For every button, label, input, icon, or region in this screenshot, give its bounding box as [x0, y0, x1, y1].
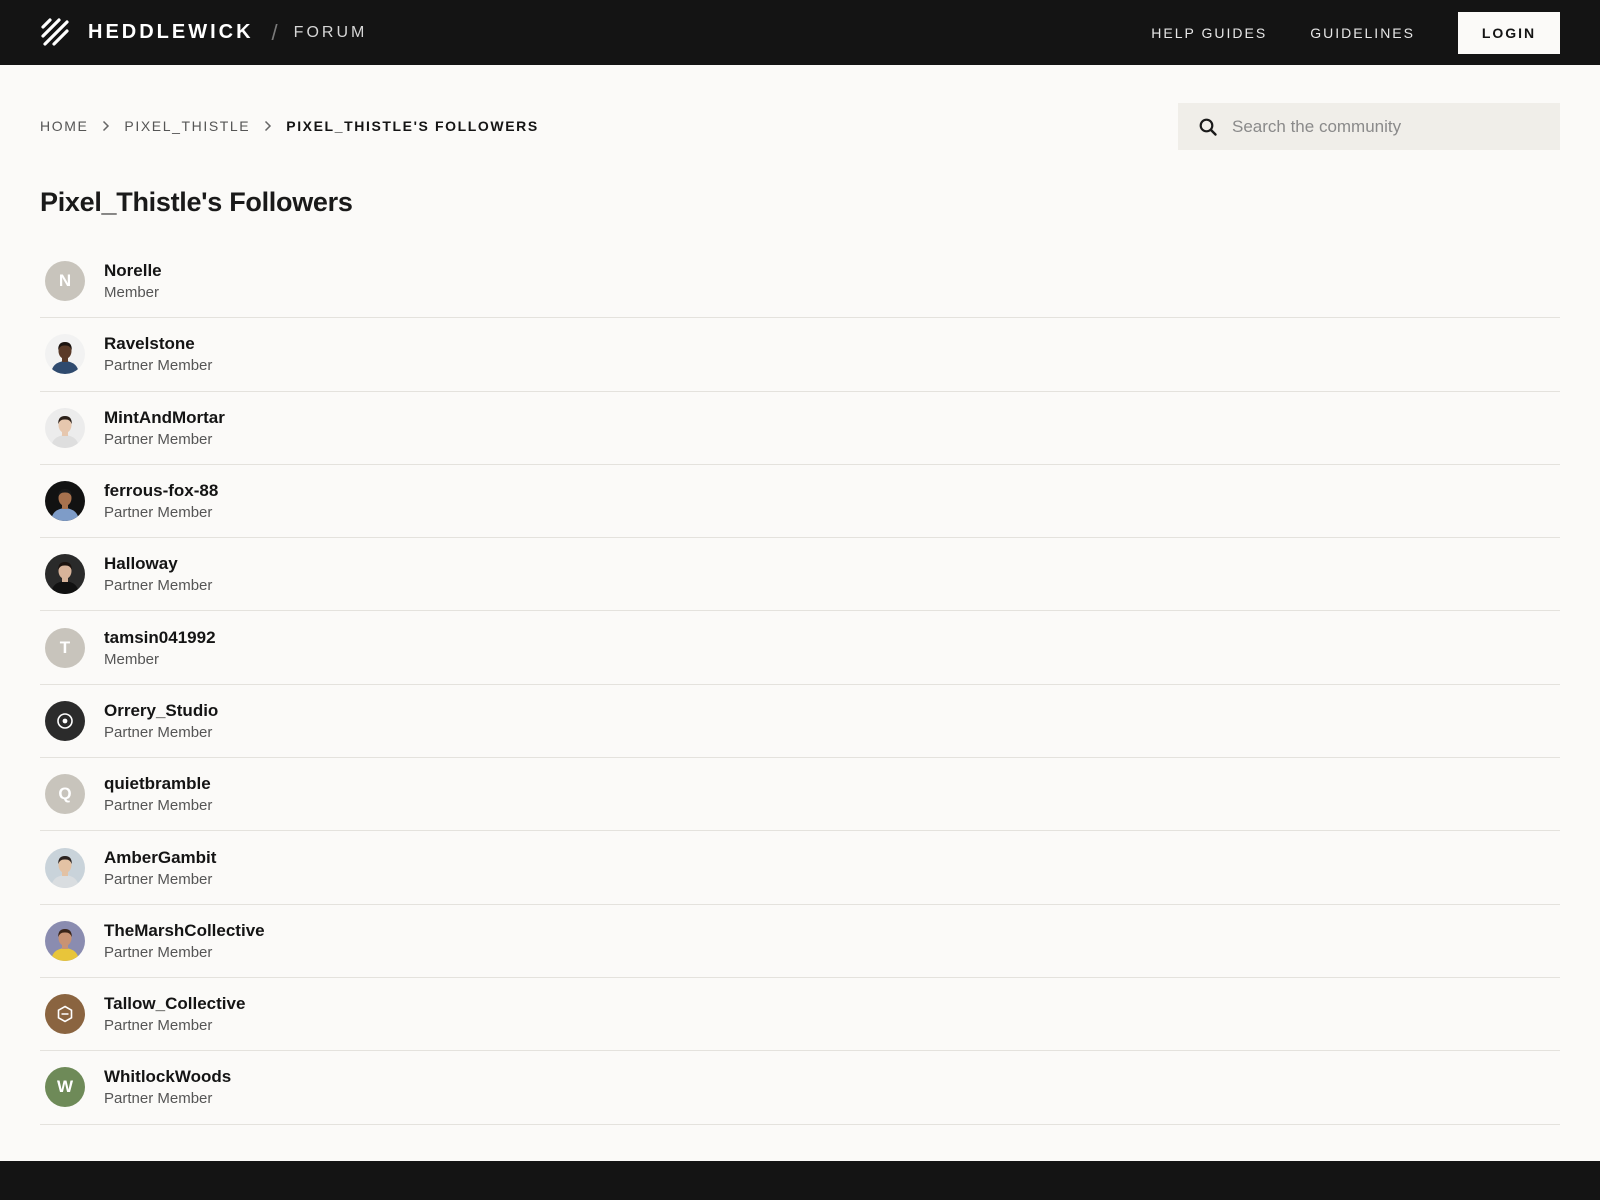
follower-info: Halloway Partner Member — [104, 554, 212, 594]
avatar-initial[interactable]: W — [45, 1067, 85, 1108]
follower-name-link[interactable]: Halloway — [104, 554, 212, 574]
follower-name-link[interactable]: ferrous-fox-88 — [104, 481, 218, 501]
follower-name-link[interactable]: tamsin041992 — [104, 628, 216, 648]
follower-name-link[interactable]: Orrery_Studio — [104, 701, 218, 721]
follower-info: MintAndMortar Partner Member — [104, 408, 225, 448]
breadcrumb-home-link[interactable]: HOME — [40, 118, 88, 134]
follower-name-link[interactable]: Norelle — [104, 261, 162, 281]
search-icon — [1199, 118, 1217, 136]
follower-name-link[interactable]: MintAndMortar — [104, 408, 225, 428]
page-title: Pixel_Thistle's Followers — [40, 187, 353, 217]
search-box — [1178, 103, 1560, 150]
follower-role: Member — [104, 284, 160, 302]
follower-name-link[interactable]: WhitlockWoods — [104, 1067, 231, 1087]
follower-info: ferrous-fox-88 Partner Member — [104, 481, 218, 521]
chevron-right-icon — [256, 119, 280, 133]
brand-separator: / — [271, 19, 278, 45]
follower-role: Partner Member — [104, 504, 213, 522]
brand[interactable]: HEDDLEWICK / FORUM — [40, 17, 367, 49]
follower-row[interactable]: AmberGambit Partner Member — [40, 831, 1560, 905]
breadcrumb-current: PIXEL_THISTLE'S FOLLOWERS — [286, 118, 539, 134]
follower-name-link[interactable]: Ravelstone — [104, 334, 212, 354]
follower-row[interactable]: Tallow_Collective Partner Member — [40, 978, 1560, 1052]
follower-info: WhitlockWoods Partner Member — [104, 1067, 231, 1107]
orrery-ring-icon[interactable] — [45, 700, 85, 741]
follower-info: Ravelstone Partner Member — [104, 334, 212, 374]
follower-row[interactable]: Orrery_Studio Partner Member — [40, 685, 1560, 759]
follower-info: Norelle Member — [104, 261, 162, 301]
follower-list: N Norelle Member Ravelstone Partner Member Mi… — [40, 245, 1560, 1125]
brand-name: HEDDLEWICK — [88, 21, 254, 43]
follower-name-link[interactable]: AmberGambit — [104, 848, 216, 868]
follower-info: quietbramble Partner Member — [104, 774, 212, 814]
follower-role: Partner Member — [104, 870, 213, 888]
follower-row[interactable]: MintAndMortar Partner Member — [40, 392, 1560, 465]
follower-row[interactable]: TheMarshCollective Partner Member — [40, 905, 1560, 978]
header-nav: HELP GUIDES GUIDELINES LOGIN — [1151, 0, 1560, 65]
avatar-photo[interactable] — [45, 481, 85, 522]
follower-row[interactable]: Qquietbramble Partner Member — [40, 758, 1560, 832]
avatar-photo[interactable] — [45, 407, 85, 448]
follower-role: Partner Member — [104, 577, 213, 595]
avatar-photo[interactable] — [45, 920, 85, 961]
avatar-initial[interactable]: N — [45, 261, 85, 302]
avatar-initial[interactable]: T — [45, 627, 85, 668]
follower-name-link[interactable]: quietbramble — [104, 774, 212, 794]
follower-role: Partner Member — [104, 1090, 213, 1108]
follower-role: Partner Member — [104, 1017, 213, 1035]
follower-role: Partner Member — [104, 357, 213, 375]
follower-info: TheMarshCollective Partner Member — [104, 921, 265, 961]
avatar-photo[interactable] — [45, 334, 85, 375]
avatar-photo[interactable] — [45, 847, 85, 888]
follower-row[interactable]: Ttamsin041992 Member — [40, 611, 1560, 685]
brand-logo-icon — [41, 17, 69, 46]
breadcrumb: HOME PIXEL_THISTLE PIXEL_THISTLE'S FOLLO… — [40, 118, 539, 134]
follower-row[interactable]: N Norelle Member — [40, 245, 1560, 319]
follower-row[interactable]: Halloway Partner Member — [40, 538, 1560, 612]
chevron-right-icon — [94, 119, 118, 133]
follower-info: tamsin041992 Member — [104, 628, 216, 668]
search-input[interactable] — [1232, 116, 1560, 137]
follower-info: Orrery_Studio Partner Member — [104, 701, 218, 741]
follower-name-link[interactable]: Tallow_Collective — [104, 994, 245, 1014]
follower-row[interactable]: Ravelstone Partner Member — [40, 318, 1560, 392]
follower-role: Partner Member — [104, 943, 213, 961]
footer — [0, 1161, 1600, 1200]
follower-name-link[interactable]: TheMarshCollective — [104, 921, 265, 941]
login-button[interactable]: LOGIN — [1458, 11, 1560, 54]
avatar-initial[interactable]: Q — [45, 774, 85, 815]
brand-section-label: FORUM — [293, 23, 368, 41]
follower-role: Member — [104, 650, 160, 668]
follower-row[interactable]: W WhitlockWoods Partner Member — [40, 1051, 1560, 1125]
follower-role: Partner Member — [104, 797, 213, 815]
avatar-photo[interactable] — [45, 554, 85, 595]
nav-guidelines-link[interactable]: GUIDELINES — [1310, 25, 1415, 41]
nav-help-guides-link[interactable]: HELP GUIDES — [1151, 25, 1267, 41]
follower-role: Partner Member — [104, 723, 213, 741]
follower-role: Partner Member — [104, 430, 213, 448]
follower-row[interactable]: ferrous-fox-88 Partner Member — [40, 465, 1560, 539]
hexagon-icon[interactable] — [45, 994, 85, 1035]
top-navigation-bar: HEDDLEWICK / FORUM HELP GUIDES GUIDELINE… — [0, 0, 1600, 65]
follower-info: Tallow_Collective Partner Member — [104, 994, 245, 1034]
follower-info: AmberGambit Partner Member — [104, 848, 216, 888]
breadcrumb-profile-link[interactable]: PIXEL_THISTLE — [124, 118, 250, 134]
